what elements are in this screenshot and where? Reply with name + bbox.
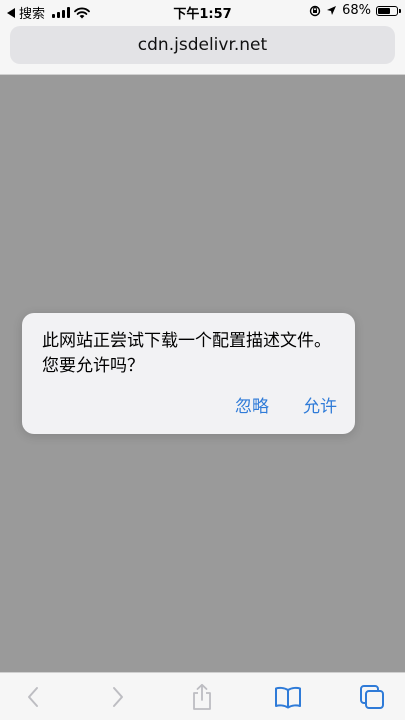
- battery-icon: [376, 5, 401, 16]
- alert-message-line2: 您要允许吗？: [42, 356, 144, 376]
- allow-button[interactable]: 允许: [287, 395, 355, 419]
- chevron-right-icon: [113, 687, 123, 707]
- battery-percent: 68%: [342, 3, 371, 18]
- alert-message: 此网站正尝试下载一个配置描述文件。 您要允许吗？: [42, 329, 342, 379]
- status-right: 68%: [309, 3, 401, 18]
- share-icon: [193, 683, 211, 710]
- forward-button[interactable]: [102, 681, 134, 713]
- alert-message-line1: 此网站正尝试下载一个配置描述文件。: [42, 331, 331, 351]
- chevron-left-icon: [28, 687, 38, 707]
- bottom-toolbar: [0, 672, 405, 720]
- back-button[interactable]: [17, 681, 49, 713]
- url-bar-area: cdn.jsdelivr.net: [0, 22, 405, 75]
- download-profile-alert: 此网站正尝试下载一个配置描述文件。 您要允许吗？ 忽略 允许: [22, 313, 355, 434]
- tabs-icon: [360, 685, 384, 709]
- tabs-button[interactable]: [356, 681, 388, 713]
- orientation-lock-icon: [309, 5, 321, 16]
- alert-actions: 忽略 允许: [219, 395, 355, 419]
- battery-level: [378, 7, 391, 14]
- location-arrow-icon: [327, 6, 337, 15]
- share-button[interactable]: [186, 681, 218, 713]
- ignore-button[interactable]: 忽略: [219, 395, 287, 419]
- bookmarks-icon: [275, 686, 301, 709]
- url-text: cdn.jsdelivr.net: [137, 35, 268, 55]
- status-bar: 搜索 下午1:57 68%: [0, 0, 405, 22]
- url-field[interactable]: cdn.jsdelivr.net: [10, 26, 395, 64]
- bookmarks-button[interactable]: [272, 681, 304, 713]
